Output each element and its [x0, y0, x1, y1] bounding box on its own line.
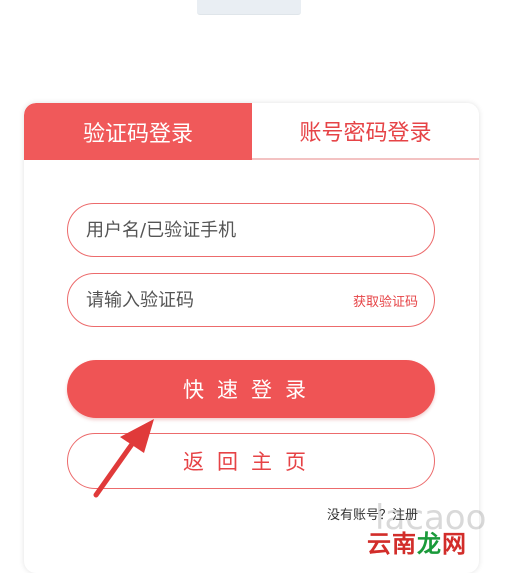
brand-suffix: 网 — [442, 530, 467, 558]
tab-password-login[interactable]: 账号密码登录 — [252, 103, 479, 160]
brand-prefix: 云南 — [367, 530, 417, 558]
brand-long: 龙 — [417, 530, 442, 558]
verification-code-field[interactable]: 获取验证码 — [67, 273, 435, 327]
verification-code-input[interactable] — [84, 288, 345, 312]
login-tabs: 验证码登录 账号密码登录 — [24, 103, 479, 160]
username-input[interactable] — [84, 218, 418, 242]
brand-logo: 云南龙网 — [367, 524, 467, 559]
get-code-button[interactable]: 获取验证码 — [353, 291, 418, 310]
quick-login-button[interactable]: 快速登录 — [67, 360, 435, 418]
top-image-thumbnail — [197, 0, 301, 15]
annotation-arrow-icon — [93, 419, 154, 498]
username-field[interactable] — [67, 203, 435, 257]
tab-sms-login[interactable]: 验证码登录 — [24, 103, 252, 160]
